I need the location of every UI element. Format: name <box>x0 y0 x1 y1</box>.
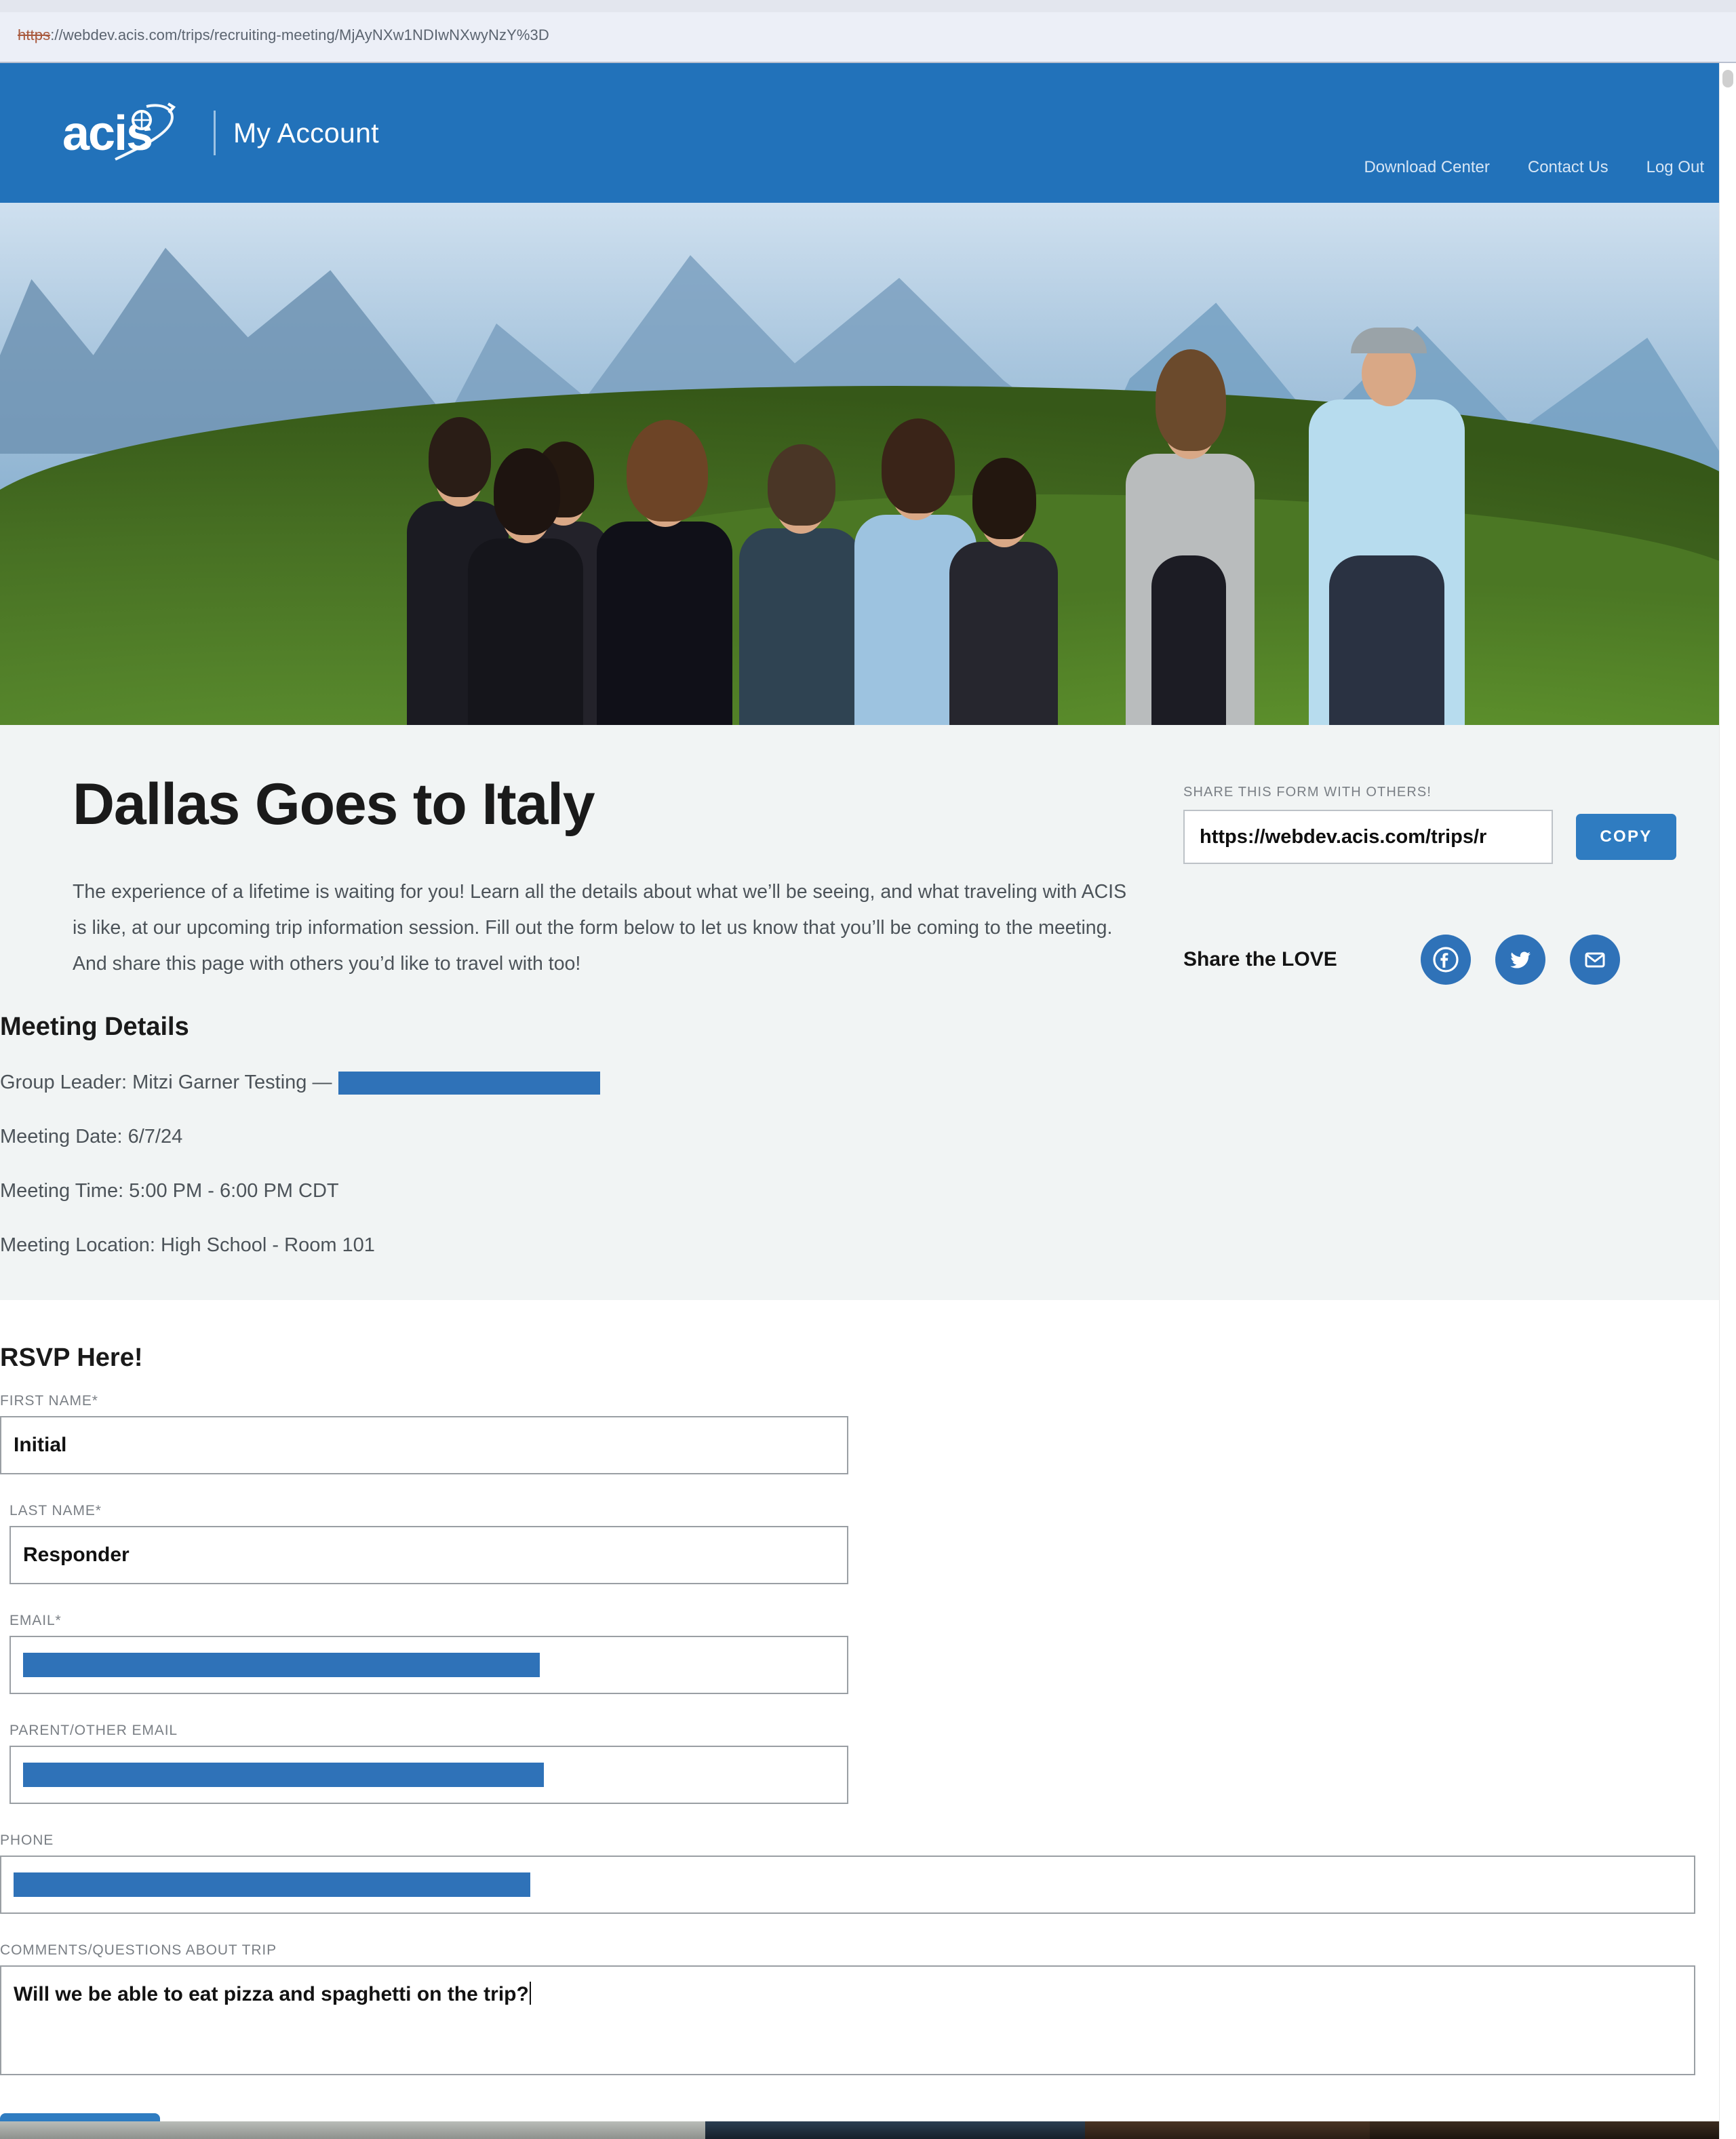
logo-subtitle: My Account <box>233 117 379 149</box>
field-phone: PHONE <box>0 1832 1695 1915</box>
rsvp-form: FIRST NAME* Initial LAST NAME* Responder… <box>0 1393 1695 2104</box>
trip-info-section: Dallas Goes to Italy The experience of a… <box>0 725 1719 1301</box>
comments-value: Will we be able to eat pizza and spaghet… <box>14 1983 529 2006</box>
text-caret <box>529 1982 531 2005</box>
footer-image-1 <box>0 2121 705 2139</box>
field-parent-email: PARENT/OTHER EMAIL <box>0 1723 848 1805</box>
browser-window: https://webdev.acis.com/trips/recruiting… <box>0 0 1736 2139</box>
url-path: ://webdev.acis.com/trips/recruiting-meet… <box>50 26 549 43</box>
utility-link-contact-us[interactable]: Contact Us <box>1528 158 1609 177</box>
comments-textarea[interactable]: Will we be able to eat pizza and spaghet… <box>0 1965 1695 2076</box>
footer-image-3 <box>1085 2121 1370 2139</box>
field-last-name: LAST NAME* Responder <box>0 1503 848 1585</box>
url-text: https://webdev.acis.com/trips/recruiting… <box>18 26 549 44</box>
share-url-input[interactable]: https://webdev.acis.com/trips/r <box>1183 810 1553 864</box>
footer-image-4 <box>1370 2121 1719 2139</box>
copy-button[interactable]: COPY <box>1576 814 1676 860</box>
redaction-bar-parent-email <box>23 1763 544 1788</box>
vertical-scrollbar[interactable] <box>1719 63 1736 2139</box>
first-name-label: FIRST NAME* <box>0 1393 98 1409</box>
last-name-value: Responder <box>23 1544 130 1567</box>
redaction-bar-email <box>23 1653 540 1678</box>
share-the-love-label: Share the LOVE <box>1183 948 1337 970</box>
meeting-group-leader: Group Leader: Mitzi Garner Testing — <box>0 1070 1719 1096</box>
email-label: EMAIL* <box>9 1613 62 1629</box>
last-name-label: LAST NAME* <box>9 1503 102 1519</box>
field-comments: COMMENTS/QUESTIONS ABOUT TRIP Will we be… <box>0 1942 1695 2076</box>
url-scheme-insecure: https <box>18 26 51 43</box>
share-url-value: https://webdev.acis.com/trips/r <box>1200 825 1487 848</box>
email-icon[interactable] <box>1570 935 1620 985</box>
last-name-input[interactable]: Responder <box>9 1526 848 1585</box>
meeting-date: Meeting Date: 6/7/24 <box>0 1126 183 1148</box>
comments-label: COMMENTS/QUESTIONS ABOUT TRIP <box>0 1942 277 1959</box>
utility-link-log-out[interactable]: Log Out <box>1646 158 1704 177</box>
redaction-bar-group-leader <box>338 1072 601 1095</box>
email-input[interactable] <box>9 1636 848 1695</box>
rsvp-heading: RSVP Here! <box>0 1343 143 1373</box>
acis-logo[interactable]: acis My Account <box>62 101 379 165</box>
footer-image-2 <box>705 2121 1085 2139</box>
meeting-location: Meeting Location: High School - Room 101 <box>0 1234 375 1256</box>
field-first-name: FIRST NAME* Initial <box>0 1393 848 1475</box>
utility-link-download-center[interactable]: Download Center <box>1364 158 1489 177</box>
site-header: acis My Account Download Center Contact … <box>0 63 1719 244</box>
twitter-icon[interactable] <box>1495 935 1545 985</box>
first-name-value: Initial <box>14 1434 67 1457</box>
hero-banner-photo <box>0 203 1719 725</box>
share-the-love-row: Share the LOVE <box>1183 935 1719 985</box>
parent-email-input[interactable] <box>9 1746 848 1805</box>
acis-logo-mark: acis <box>62 101 201 165</box>
facebook-icon[interactable] <box>1421 935 1471 985</box>
meeting-group-leader-text: Group Leader: Mitzi Garner Testing — <box>0 1072 332 1094</box>
meeting-time: Meeting Time: 5:00 PM - 6:00 PM CDT <box>0 1179 339 1202</box>
share-form-block: SHARE THIS FORM WITH OTHERS! https://web… <box>1183 785 1719 985</box>
footer-image-strip <box>0 2121 1719 2139</box>
logo-divider <box>214 111 216 155</box>
field-email: EMAIL* <box>0 1613 848 1695</box>
parent-email-label: PARENT/OTHER EMAIL <box>9 1723 178 1739</box>
meeting-details-heading: Meeting Details <box>0 1013 189 1042</box>
trip-intro-paragraph: The experience of a lifetime is waiting … <box>73 881 1127 975</box>
rsvp-form-section: RSVP Here! FIRST NAME* Initial LAST NAME… <box>0 1300 1719 2139</box>
phone-input[interactable] <box>0 1856 1695 1915</box>
share-form-label: SHARE THIS FORM WITH OTHERS! <box>1183 785 1432 800</box>
phone-label: PHONE <box>0 1832 54 1849</box>
browser-url-bar[interactable]: https://webdev.acis.com/trips/recruiting… <box>0 0 1736 63</box>
utility-nav: Download Center Contact Us Log Out <box>1364 158 1704 177</box>
redaction-bar-phone <box>14 1872 530 1898</box>
page-content: acis My Account Download Center Contact … <box>0 63 1719 2139</box>
first-name-input[interactable]: Initial <box>0 1416 848 1475</box>
scrollbar-thumb[interactable] <box>1722 70 1733 87</box>
